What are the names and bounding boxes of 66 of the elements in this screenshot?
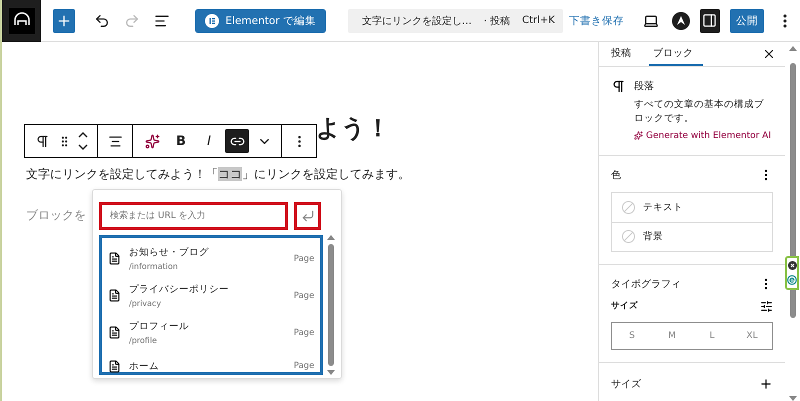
- list-scrollbar[interactable]: [326, 235, 335, 375]
- post-title: 文字にリンクを設定し…: [362, 14, 472, 28]
- suggestion-path: /profile: [129, 336, 158, 345]
- panel-title: サイズ: [611, 378, 641, 391]
- page-icon: [108, 289, 121, 302]
- sidebar-panel-icon: [702, 13, 718, 28]
- page-icon: [108, 252, 121, 265]
- command-bar[interactable]: 文字にリンクを設定し… · 投稿 Ctrl+K: [348, 8, 563, 32]
- page-icon: [108, 326, 121, 339]
- add-block-button[interactable]: [53, 8, 76, 32]
- close-icon: [788, 260, 796, 270]
- block-input-field[interactable]: ブロックを: [26, 207, 86, 224]
- undo-icon: [94, 12, 110, 28]
- suggestion-type: Page: [294, 361, 314, 371]
- enter-icon: [300, 209, 314, 223]
- size-label: サイズ: [611, 300, 638, 312]
- suggestion-path: /privacy: [129, 299, 162, 308]
- link-suggestion[interactable]: プロフィール /profile Page: [102, 314, 320, 351]
- sidebar-tab[interactable]: 投稿: [607, 42, 641, 66]
- triangle-logo-icon: [672, 12, 690, 30]
- redo-icon: [124, 12, 140, 28]
- link-button[interactable]: [225, 129, 249, 153]
- panel-title: タイポグラフィ: [611, 278, 681, 291]
- link-search-field[interactable]: 検索または URL を入力: [99, 202, 288, 230]
- save-draft-button[interactable]: 下書き保存: [562, 12, 630, 28]
- suggestion-type: Page: [294, 290, 314, 300]
- bold-button[interactable]: B: [169, 129, 193, 153]
- empty-swatch-icon: [622, 230, 635, 244]
- settings-toggle-button[interactable]: [700, 8, 720, 32]
- empty-swatch-icon: [622, 200, 635, 214]
- link-suggestion[interactable]: お知らせ・ブログ /information Page: [102, 240, 320, 277]
- suggestion-path: /information: [129, 262, 179, 271]
- elementor-e-icon: [787, 275, 797, 286]
- list-icon: [154, 12, 170, 28]
- ai-generate-link[interactable]: Generate with Elementor AI: [634, 130, 773, 141]
- panel-title: 色: [611, 168, 621, 182]
- elementor-edit-button[interactable]: Elementor で編集: [195, 8, 326, 32]
- paragraph-text: 文字にリンクを設定してみよう！「ココ」にリンクを設定してみます。: [26, 166, 411, 183]
- suggestion-type: Page: [294, 254, 314, 264]
- kebab-icon: [783, 14, 788, 28]
- suggestion-title: ホーム: [129, 360, 160, 372]
- logo-icon: [8, 8, 35, 34]
- suggestion-title: お知らせ・ブログ: [129, 246, 210, 259]
- post-heading: よう！: [316, 112, 390, 144]
- block-title: 段落: [634, 80, 655, 93]
- sliders-icon[interactable]: [760, 300, 773, 313]
- submit-button[interactable]: [294, 202, 321, 230]
- link-suggestion[interactable]: ホーム Page: [102, 351, 320, 381]
- block-description: すべての文章の基本の構成ブロックです。: [634, 98, 765, 126]
- elementor-badge[interactable]: [785, 256, 799, 290]
- laptop-icon: [642, 12, 659, 28]
- sparkle-icon: [634, 131, 643, 140]
- shortcut-hint: Ctrl+K: [522, 15, 555, 26]
- link-suggestion[interactable]: プライバシーポリシー /privacy Page: [102, 277, 320, 314]
- post-type: · 投稿: [484, 14, 510, 28]
- italic-button[interactable]: I: [197, 129, 221, 153]
- sidebar-tab[interactable]: ブロック: [649, 42, 703, 66]
- elementor-icon: [205, 14, 220, 28]
- suggestion-type: Page: [294, 328, 314, 338]
- site-logo[interactable]: [2, 0, 42, 42]
- paragraph-icon: [611, 79, 626, 94]
- page-icon: [108, 360, 121, 372]
- publish-button[interactable]: 公開: [730, 8, 764, 32]
- add-icon[interactable]: [759, 376, 773, 391]
- suggestion-title: プロフィール: [129, 320, 190, 333]
- suggestion-title: プライバシーポリシー: [129, 283, 230, 296]
